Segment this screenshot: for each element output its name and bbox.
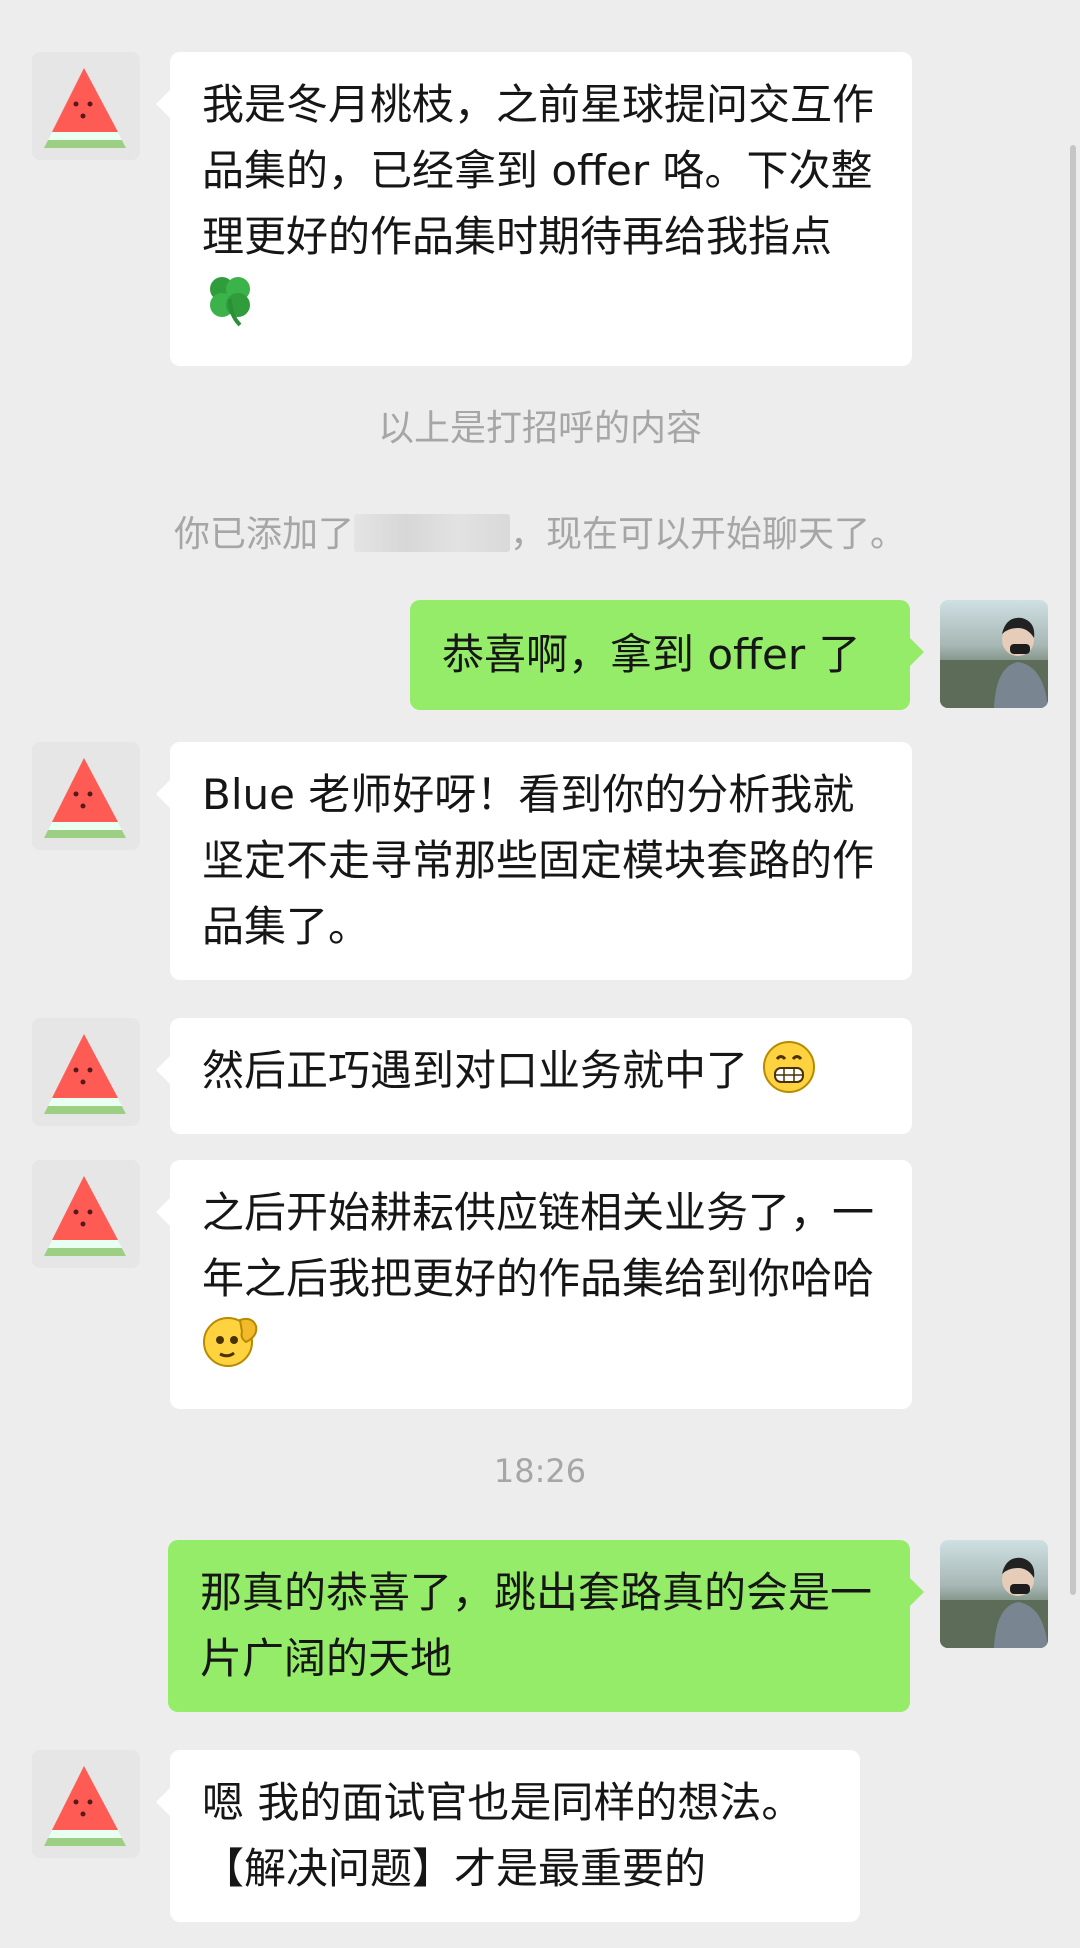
contact-avatar[interactable] (32, 1018, 140, 1126)
contact-avatar[interactable] (32, 1160, 140, 1268)
message-timestamp: 18:26 (493, 1452, 587, 1490)
message-text: 恭喜啊，拿到 offer 了 (442, 630, 861, 679)
message-text: 之后开始耕耘供应链相关业务了，一年之后我把更好的作品集给到你哈哈 (202, 1188, 875, 1303)
my-avatar[interactable] (940, 600, 1048, 708)
incoming-message-bubble[interactable]: 然后正巧遇到对口业务就中了 (156, 1018, 912, 1134)
outgoing-message-bubble[interactable]: 恭喜啊，拿到 offer 了 (410, 600, 924, 710)
message-text: 我是冬月桃枝，之前星球提问交互作品集的，已经拿到 offer 咯。下次整理更好的… (202, 80, 875, 261)
person-photo-icon (940, 617, 1048, 708)
contact-avatar[interactable] (32, 52, 140, 160)
watermelon-slice-icon (44, 1176, 126, 1256)
watermelon-slice-icon (44, 1034, 126, 1114)
redacted-name (354, 514, 510, 552)
contact-avatar[interactable] (32, 1750, 140, 1858)
notice-suffix: ，现在可以开始聊天了。 (510, 514, 907, 555)
friend-added-notice: 你已添加了 ，现在可以开始聊天了。 (0, 512, 1080, 558)
notice-prefix: 你已添加了 (173, 514, 354, 555)
message-text: 然后正巧遇到对口业务就中了 (202, 1046, 762, 1095)
incoming-message-bubble[interactable]: 我是冬月桃枝，之前星球提问交互作品集的，已经拿到 offer 咯。下次整理更好的… (156, 52, 912, 366)
message-text: 嗯 我的面试官也是同样的想法。【解决问题】才是最重要的 (202, 1778, 804, 1893)
incoming-message-bubble[interactable]: 嗯 我的面试官也是同样的想法。【解决问题】才是最重要的 (156, 1750, 860, 1922)
watermelon-slice-icon (44, 1766, 126, 1846)
person-photo-icon (940, 1557, 1048, 1648)
message-text: Blue 老师好呀！看到你的分析我就坚定不走寻常那些固定模块套路的作品集了。 (202, 770, 875, 951)
system-notice: 以上是打招呼的内容 (377, 408, 702, 449)
my-avatar[interactable] (940, 1540, 1048, 1648)
watermelon-slice-icon (44, 68, 126, 148)
outgoing-message-bubble[interactable]: 那真的恭喜了，跳出套路真的会是一片广阔的天地 (168, 1540, 924, 1712)
incoming-message-bubble[interactable]: 之后开始耕耘供应链相关业务了，一年之后我把更好的作品集给到你哈哈 (156, 1160, 912, 1409)
grinning-face-icon (761, 1039, 817, 1114)
watermelon-slice-icon (44, 758, 126, 838)
four-leaf-clover-icon (202, 271, 258, 346)
message-text: 那真的恭喜了，跳出套路真的会是一片广阔的天地 (200, 1568, 873, 1683)
incoming-message-bubble[interactable]: Blue 老师好呀！看到你的分析我就坚定不走寻常那些固定模块套路的作品集了。 (156, 742, 912, 980)
scrollbar[interactable] (1070, 145, 1076, 1595)
chat-message-list[interactable]: 我是冬月桃枝，之前星球提问交互作品集的，已经拿到 offer 咯。下次整理更好的… (0, 0, 1080, 1948)
saluting-face-icon (202, 1312, 260, 1389)
contact-avatar[interactable] (32, 742, 140, 850)
